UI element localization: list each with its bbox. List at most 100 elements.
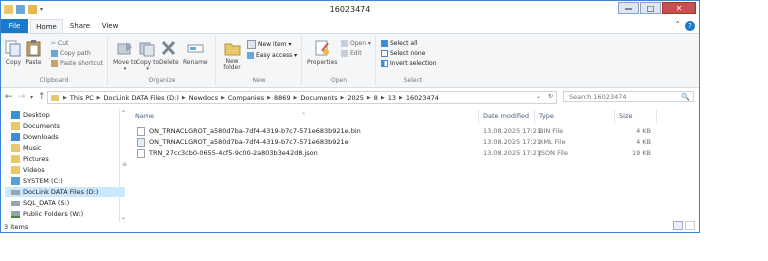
move-to-button[interactable]: Move to ▾	[113, 39, 137, 72]
tree-item-label: Downloads	[23, 133, 59, 141]
tree-item-downloads[interactable]: Downloads	[11, 132, 59, 142]
tab-home[interactable]: Home	[30, 19, 63, 33]
minimize-button[interactable]: —	[618, 2, 639, 14]
tree-item-system-drive[interactable]: SYSTEM (C:)	[11, 176, 63, 186]
edit-button[interactable]: Edit	[341, 50, 362, 57]
paste-shortcut-label: Paste shortcut	[60, 60, 103, 67]
copy-path-button[interactable]: Copy path	[51, 50, 91, 57]
status-item-count: 3 items	[4, 223, 29, 231]
column-header-name[interactable]: Name ⌃	[131, 110, 479, 123]
paste-button[interactable]: Paste	[25, 39, 42, 66]
breadcrumb-company-id[interactable]: 8869	[272, 94, 293, 102]
breadcrumb-year[interactable]: 2025	[345, 94, 366, 102]
tab-view[interactable]: View	[97, 19, 123, 33]
tree-item-label: Public Folders (W:)	[23, 210, 84, 218]
nav-pane-scrollbar[interactable]: ⌃ ≡ ⌄	[119, 109, 129, 222]
tree-item-doclink-drive[interactable]: DocLink DATA Files (D:)	[5, 187, 125, 197]
copy-button[interactable]: Copy	[5, 39, 22, 66]
breadcrumb-newdocs[interactable]: Newdocs	[187, 94, 220, 102]
breadcrumb-day[interactable]: 13	[386, 94, 398, 102]
organize-group-label: Organize	[148, 77, 176, 84]
select-none-icon	[381, 50, 388, 57]
delete-icon	[162, 40, 176, 56]
tree-item-label: SYSTEM (C:)	[23, 177, 63, 185]
paste-shortcut-button[interactable]: Paste shortcut	[51, 60, 103, 67]
easy-access-button[interactable]: Easy access ▾	[247, 52, 297, 59]
scroll-grip-icon[interactable]: ≡	[122, 161, 127, 168]
column-header-size[interactable]: Size	[615, 110, 657, 123]
open-icon	[341, 40, 348, 47]
copy-to-button[interactable]: Copy to ▾	[136, 39, 159, 72]
address-dropdown-icon[interactable]: ⌄	[536, 93, 541, 100]
drive-icon	[11, 200, 20, 206]
file-type: XML File	[539, 138, 566, 146]
back-arrow-icon[interactable]: ←	[5, 92, 13, 102]
select-all-button[interactable]: Select all	[381, 40, 417, 47]
scroll-up-icon[interactable]: ⌃	[121, 110, 126, 117]
maximize-button[interactable]: □	[640, 2, 661, 14]
move-to-icon	[117, 42, 132, 55]
copy-icon	[5, 40, 21, 57]
tree-item-pictures[interactable]: Pictures	[11, 154, 49, 164]
organize-group: Move to ▾ Copy to ▾ Delete Rename Organi…	[109, 36, 216, 85]
breadcrumb-companies[interactable]: Companies	[226, 94, 266, 102]
tab-share[interactable]: Share	[65, 19, 95, 33]
invert-selection-icon	[381, 60, 388, 67]
address-bar[interactable]: ▶ This PC ▶ DocLink DATA Files (D:) ▶ Ne…	[47, 91, 557, 104]
properties-button[interactable]: Properties	[307, 39, 337, 66]
large-icons-view-icon[interactable]	[685, 221, 695, 230]
breadcrumb-this-pc[interactable]: This PC	[68, 94, 96, 102]
folder-icon	[51, 94, 59, 101]
cut-label: Cut	[58, 40, 69, 47]
new-item-button[interactable]: New item ▾	[247, 40, 291, 49]
cut-button[interactable]: ✂ Cut	[51, 40, 68, 47]
search-input[interactable]: Search 16023474 🔍	[563, 91, 694, 102]
breadcrumb-current-folder[interactable]: 16023474	[404, 94, 441, 102]
invert-selection-button[interactable]: Invert selection	[381, 60, 437, 67]
table-row[interactable]: ON_TRNACLGROT_a580d7ba-7df4-4319-b7c7-57…	[137, 127, 657, 136]
table-row[interactable]: TRN_27cc3cb0-0655-4cf5-9c00-2a803b3e42d8…	[137, 149, 657, 158]
copy-path-label: Copy path	[60, 50, 91, 57]
file-date: 13.08.2025 17:21	[483, 127, 542, 135]
open-button[interactable]: Open ▾	[341, 40, 371, 47]
rename-button[interactable]: Rename	[183, 39, 208, 66]
new-item-icon	[247, 40, 256, 49]
explorer-window: ▾ 16023474 — □ ✕ File Home Share View ⌃ …	[0, 0, 700, 233]
tree-item-public-folders[interactable]: Public Folders (W:)	[11, 209, 83, 219]
tree-item-documents[interactable]: Documents	[11, 121, 60, 131]
clipboard-group: Copy Paste ✂ Cut Copy path Paste shortcu…	[1, 36, 108, 85]
select-none-button[interactable]: Select none	[381, 50, 425, 57]
column-header-type[interactable]: Type	[535, 110, 615, 123]
forward-arrow-icon[interactable]: →	[18, 92, 26, 102]
column-header-label: Name	[135, 112, 155, 120]
up-arrow-icon[interactable]: ↑	[38, 92, 46, 102]
tree-item-sql-data-drive[interactable]: SQL_DATA (S:)	[11, 198, 69, 208]
breadcrumb-month[interactable]: 8	[372, 94, 380, 102]
new-folder-button[interactable]: New folder	[221, 39, 243, 71]
delete-label: Delete	[159, 59, 179, 66]
column-header-date[interactable]: Date modified	[479, 110, 535, 123]
collapse-ribbon-icon[interactable]: ⌃	[674, 20, 681, 29]
copy-to-chevron-icon: ▾	[146, 66, 149, 72]
ribbon: Copy Paste ✂ Cut Copy path Paste shortcu…	[1, 34, 699, 88]
file-type: JSON File	[539, 149, 568, 157]
refresh-icon[interactable]: ↻	[548, 93, 553, 100]
open-group-label: Open	[330, 77, 348, 84]
recent-locations-chevron-icon[interactable]: ▾	[30, 94, 33, 101]
scroll-down-icon[interactable]: ⌄	[121, 214, 126, 221]
tree-item-videos[interactable]: Videos	[11, 165, 45, 175]
search-icon[interactable]: 🔍	[681, 92, 690, 103]
close-button[interactable]: ✕	[662, 2, 696, 14]
tab-file[interactable]: File	[1, 19, 28, 33]
breadcrumb-documents[interactable]: Documents	[298, 94, 339, 102]
delete-button[interactable]: Delete	[159, 39, 179, 66]
rename-label: Rename	[183, 59, 208, 66]
easy-access-label: Easy access ▾	[256, 52, 298, 59]
help-icon[interactable]: ?	[685, 21, 695, 31]
tree-item-desktop[interactable]: Desktop	[11, 110, 50, 120]
details-view-icon[interactable]	[673, 221, 683, 230]
tree-item-music[interactable]: Music	[11, 143, 42, 153]
table-row[interactable]: ON_TRNACLGROT_a580d7ba-7df4-4319-b7c7-57…	[137, 138, 657, 147]
column-header-label: Size	[619, 112, 633, 120]
breadcrumb-drive[interactable]: DocLink DATA Files (D:)	[102, 94, 181, 102]
